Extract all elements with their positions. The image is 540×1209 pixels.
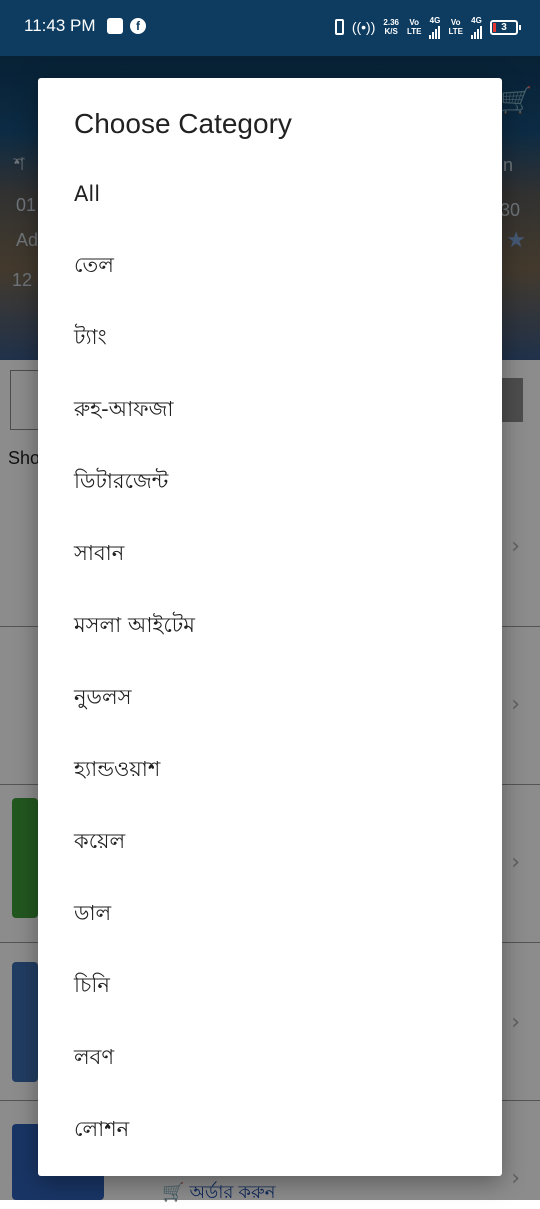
facebook-notification-icon: f bbox=[130, 18, 146, 34]
category-list: All তেল ট্যাং রুহ-আফজা ডিটারজেন্ট সাবান … bbox=[38, 158, 502, 1166]
sim1-signal-icon bbox=[429, 25, 441, 39]
status-time: 11:43 PM bbox=[24, 16, 96, 35]
sim1-volte-top: Vo bbox=[409, 18, 420, 27]
category-item-spices[interactable]: মসলা আইটেম bbox=[38, 590, 502, 662]
sim1-volte-bottom: LTE bbox=[406, 27, 422, 36]
category-item-noodles[interactable]: নুডলস bbox=[38, 662, 502, 734]
category-item-salt[interactable]: লবণ bbox=[38, 1022, 502, 1094]
category-item-sugar[interactable]: চিনি bbox=[38, 950, 502, 1022]
sim1-network-type: 4G bbox=[429, 15, 441, 25]
vibrate-icon bbox=[334, 19, 344, 35]
category-item-handwash[interactable]: হ্যান্ডওয়াশ bbox=[38, 734, 502, 806]
status-bar: 11:43 PM f ((•)) 2.36 K/S Vo LTE 4G Vo L… bbox=[0, 0, 540, 56]
category-item-tang[interactable]: ট্যাং bbox=[38, 302, 502, 374]
notification-square-icon bbox=[107, 18, 123, 34]
category-item-all[interactable]: All bbox=[38, 158, 502, 230]
battery-icon: 3 bbox=[490, 19, 521, 35]
choose-category-dialog: Choose Category All তেল ট্যাং রুহ-আফজা ড… bbox=[38, 78, 502, 1176]
status-icons: ((•)) 2.36 K/S Vo LTE 4G Vo LTE 4G 3 bbox=[334, 14, 521, 40]
data-speed-unit: K/S bbox=[384, 27, 398, 36]
sim2-network-type: 4G bbox=[471, 15, 482, 25]
category-item-oil[interactable]: তেল bbox=[38, 230, 502, 302]
category-item-soap[interactable]: সাবান bbox=[38, 518, 502, 590]
sim2-volte-bottom: LTE bbox=[448, 27, 463, 36]
category-item-detergent[interactable]: ডিটারজেন্ট bbox=[38, 446, 502, 518]
sim2-volte-top: Vo bbox=[450, 18, 461, 27]
sim2-network: 4G bbox=[471, 16, 482, 39]
category-item-coil[interactable]: কয়েল bbox=[38, 806, 502, 878]
category-item-lentils[interactable]: ডাল bbox=[38, 878, 502, 950]
data-speed-value: 2.36 bbox=[383, 18, 399, 27]
dialog-title: Choose Category bbox=[74, 108, 292, 139]
sim2-volte: Vo LTE bbox=[448, 18, 463, 36]
sim1-network: 4G bbox=[429, 15, 441, 39]
hotspot-icon: ((•)) bbox=[351, 19, 376, 35]
category-item-lotion[interactable]: লোশন bbox=[38, 1094, 502, 1166]
sim1-volte: Vo LTE bbox=[407, 18, 422, 36]
data-speed: 2.36 K/S bbox=[383, 18, 399, 36]
category-item-rooh-afza[interactable]: রুহ-আফজা bbox=[38, 374, 502, 446]
sim2-signal-icon bbox=[471, 25, 482, 39]
